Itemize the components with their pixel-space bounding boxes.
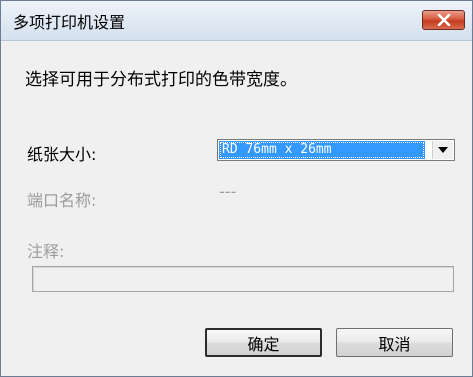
comment-input[interactable]	[32, 266, 454, 292]
close-button[interactable]	[422, 10, 465, 30]
ok-button[interactable]: 确定	[205, 328, 322, 357]
port-name-label: 端口名称:	[27, 191, 97, 210]
paper-size-selected-value[interactable]: RD 76mm x 26mm	[219, 141, 425, 159]
paper-size-select[interactable]: RD 76mm x 26mm	[217, 139, 455, 161]
dropdown-arrow-button[interactable]	[432, 141, 453, 159]
port-name-value: ---	[219, 182, 237, 201]
multi-printer-settings-dialog: 多项打印机设置 选择可用于分布式打印的色带宽度。 纸张大小: RD 76mm x…	[0, 0, 473, 377]
cancel-button[interactable]: 取消	[336, 328, 453, 357]
title-bar[interactable]: 多项打印机设置	[1, 1, 472, 41]
description-text: 选择可用于分布式打印的色带宽度。	[25, 70, 297, 90]
chevron-down-icon	[438, 147, 448, 153]
window-title: 多项打印机设置	[13, 13, 126, 32]
comment-label: 注释:	[27, 242, 65, 261]
close-icon	[437, 14, 450, 26]
paper-size-label: 纸张大小:	[27, 145, 97, 164]
